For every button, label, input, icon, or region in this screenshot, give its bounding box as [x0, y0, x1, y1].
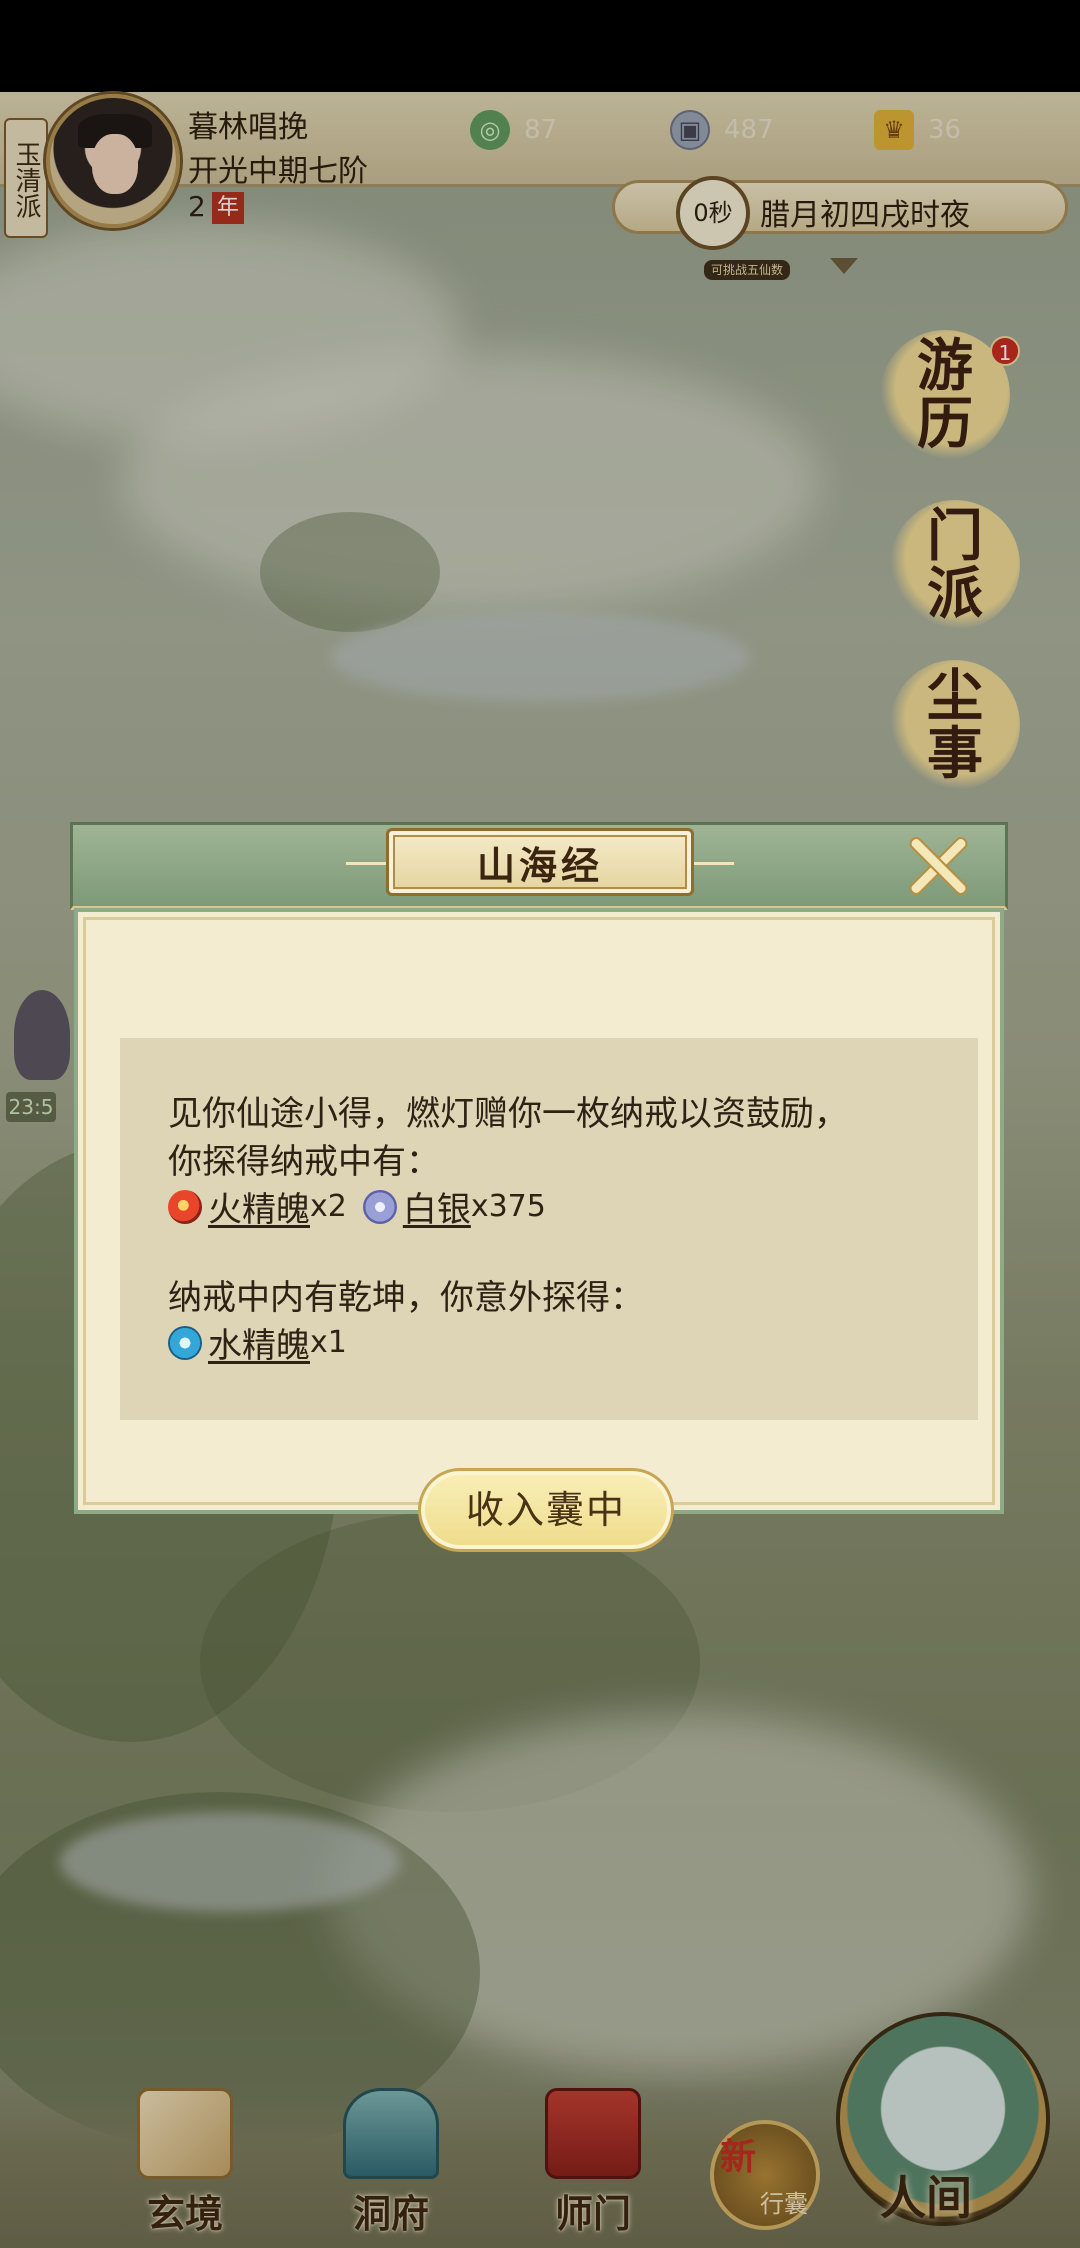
silver-link[interactable]: 白银	[403, 1182, 471, 1231]
collect-button[interactable]: 收入囊中	[418, 1468, 674, 1552]
fire-essence-link[interactable]: 火精魄	[208, 1182, 310, 1231]
message-line-2: 你探得纳戒中有：	[168, 1142, 440, 1182]
status-bar	[0, 0, 1080, 92]
silver-qty: x375	[470, 1189, 546, 1224]
title-ornament-left	[346, 862, 390, 865]
fire-essence-qty: x2	[310, 1189, 347, 1224]
water-essence-qty: x1	[310, 1325, 347, 1360]
message-line-1: 见你仙途小得，燃灯赠你一枚纳戒以资鼓励，	[168, 1094, 848, 1134]
water-essence-link[interactable]: 水精魄	[208, 1318, 310, 1367]
close-icon[interactable]	[906, 834, 970, 898]
message-box: 见你仙途小得，燃灯赠你一枚纳戒以资鼓励， 你探得纳戒中有： 火精魄 x2 白银 …	[120, 1038, 978, 1420]
silver-coin-icon	[362, 1189, 397, 1224]
dialog-body: 见你仙途小得，燃灯赠你一枚纳戒以资鼓励， 你探得纳戒中有： 火精魄 x2 白银 …	[74, 908, 1004, 1552]
dialog-title: 山海经	[386, 828, 694, 896]
reward-dialog: 山海经 见你仙途小得，燃灯赠你一枚纳戒以资鼓励， 你探得纳戒中有： 火精魄 x2…	[70, 822, 1008, 1552]
message-line-4: 纳戒中内有乾坤，你意外探得：	[168, 1278, 644, 1318]
water-essence-icon	[168, 1325, 202, 1360]
title-ornament-right	[690, 862, 734, 865]
bonus-items: 水精魄 x1	[168, 1318, 363, 1367]
reward-items: 火精魄 x2 白银 x375	[168, 1182, 562, 1231]
fire-essence-icon	[168, 1189, 202, 1224]
